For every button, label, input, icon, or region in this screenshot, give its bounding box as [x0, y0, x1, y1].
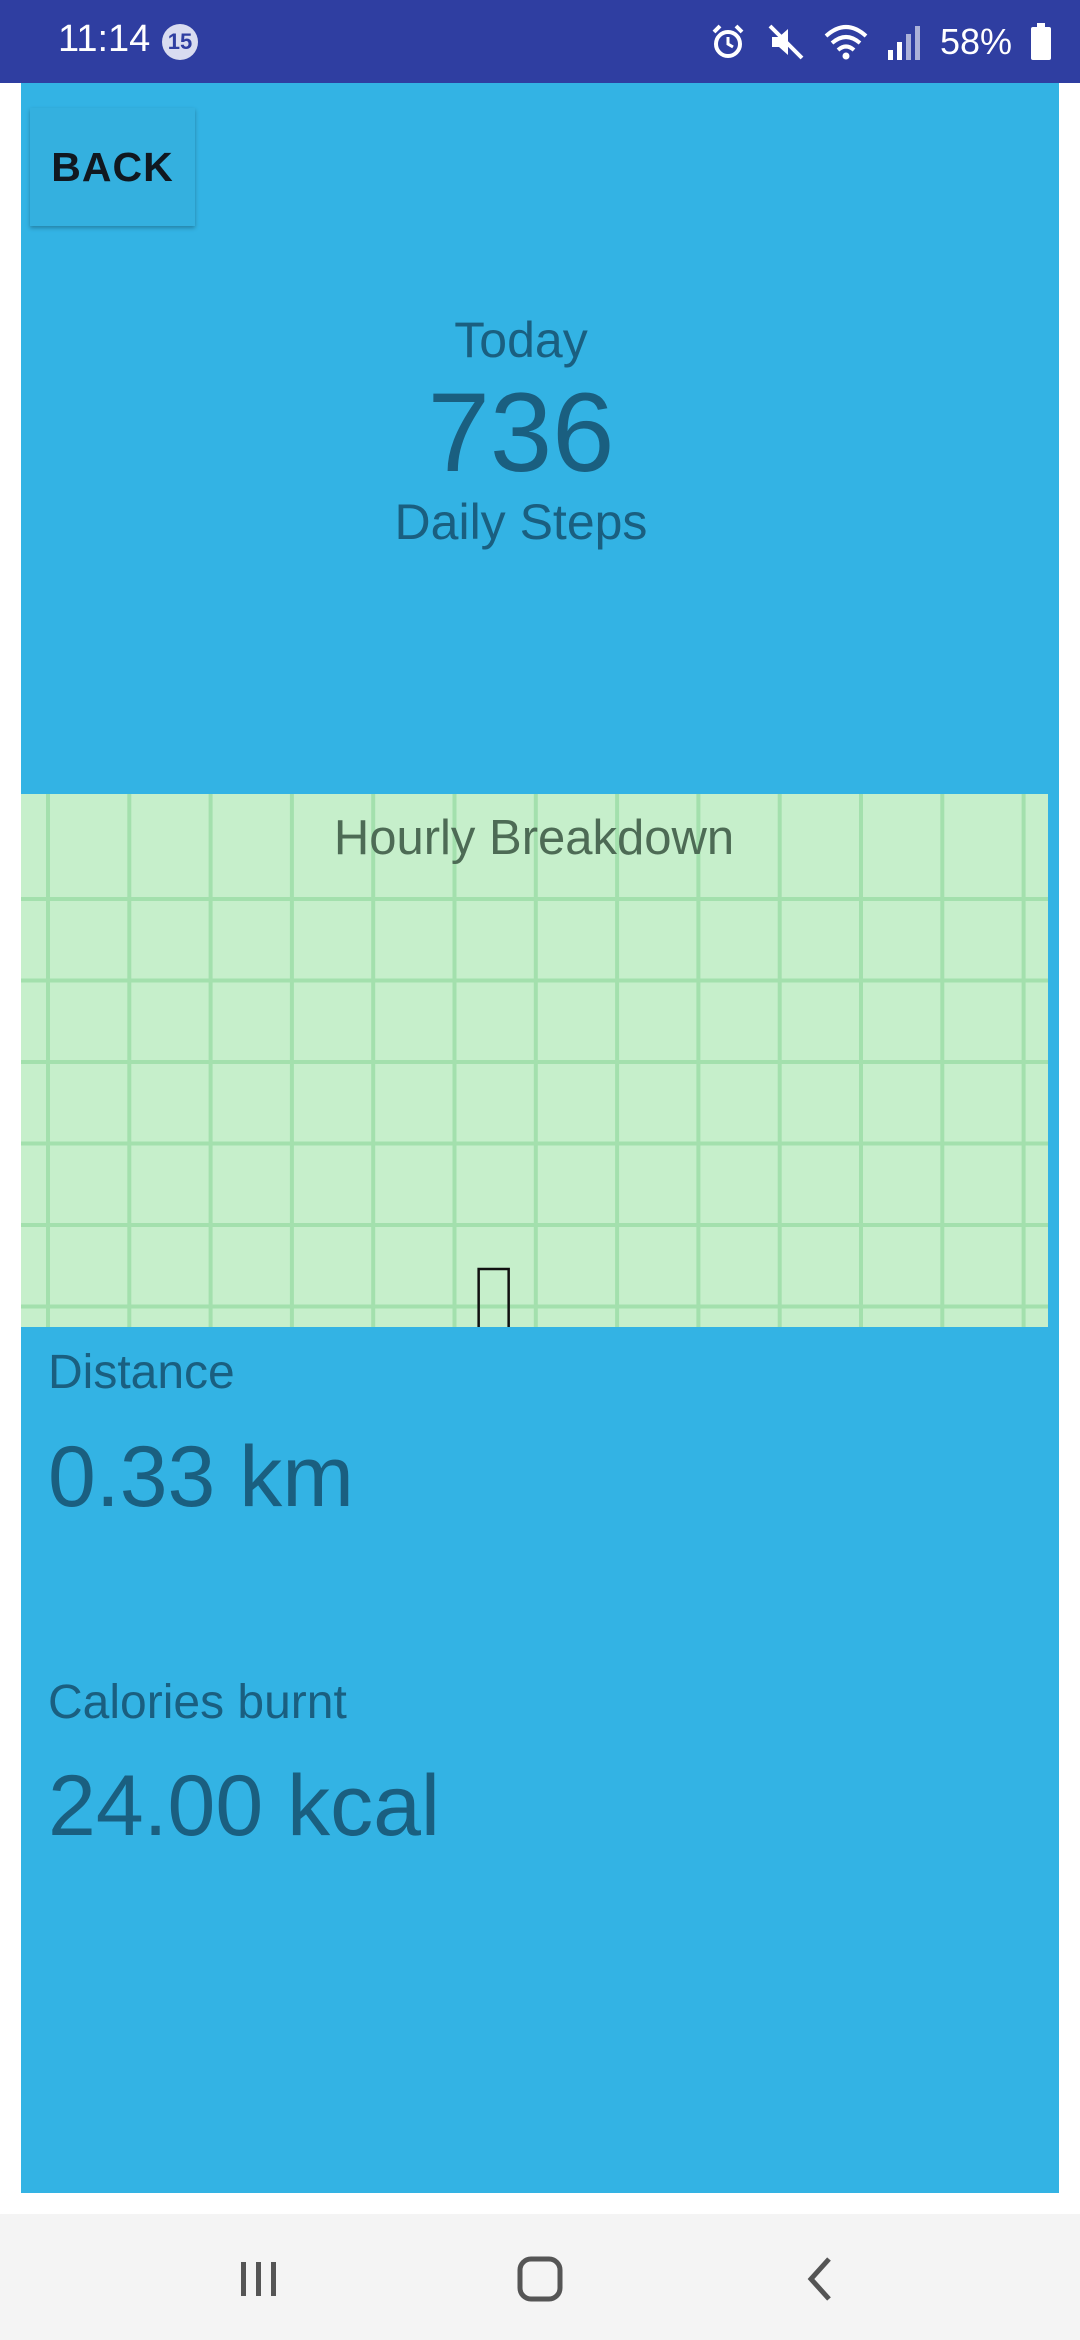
daily-steps-value: 736	[427, 370, 615, 495]
calories-label: Calories burnt	[48, 1676, 347, 1729]
home-icon[interactable]	[510, 2249, 570, 2309]
bar-hour-10	[477, 1267, 510, 1327]
alarm-icon	[712, 24, 744, 58]
hourly-breakdown-chart: Hourly Breakdown06121823	[21, 794, 1048, 1327]
status-icons: 58%	[708, 16, 1052, 68]
recent-apps-icon[interactable]	[229, 2249, 289, 2309]
notification-count-badge: 15	[162, 24, 198, 60]
status-bar: 11:14 15 58%	[0, 0, 1080, 83]
battery-percentage: 58%	[939, 21, 1012, 62]
app-panel: BACK Today 736 Daily Steps Hourly Breakd…	[21, 83, 1059, 2193]
back-icon[interactable]	[791, 2249, 851, 2309]
distance-label: Distance	[48, 1346, 235, 1399]
chart-svg: Hourly Breakdown06121823	[21, 794, 1048, 1327]
calories-value: 24.00 kcal	[48, 1758, 441, 1854]
status-time: 11:14	[58, 18, 151, 60]
back-button[interactable]: BACK	[30, 108, 195, 226]
signal-icon	[887, 26, 920, 60]
navigation-bar	[0, 2214, 1080, 2340]
daily-steps-label: Daily Steps	[394, 494, 648, 550]
today-label: Today	[454, 312, 588, 368]
battery-icon	[1031, 23, 1051, 60]
mute-icon	[768, 24, 804, 60]
wifi-icon	[824, 25, 868, 60]
distance-value: 0.33 km	[48, 1429, 354, 1525]
chart-title: Hourly Breakdown	[334, 811, 734, 865]
